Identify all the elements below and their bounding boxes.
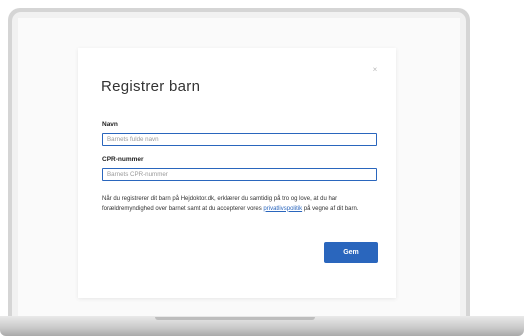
privacy-policy-link[interactable]: privatlivspolitik xyxy=(263,206,302,212)
name-label: Navn xyxy=(102,121,118,128)
modal-title: Registrer barn xyxy=(101,78,201,95)
close-icon[interactable]: × xyxy=(370,65,380,75)
cpr-input[interactable] xyxy=(102,168,377,181)
name-input[interactable] xyxy=(102,133,377,146)
consent-text: Når du registrerer dit barn på Hejdoktor… xyxy=(102,195,382,214)
laptop-base-notch xyxy=(155,317,315,320)
save-button[interactable]: Gem xyxy=(324,242,378,263)
cpr-label: CPR-nummer xyxy=(102,156,144,163)
consent-text-after: på vegne af dit barn. xyxy=(302,205,359,212)
